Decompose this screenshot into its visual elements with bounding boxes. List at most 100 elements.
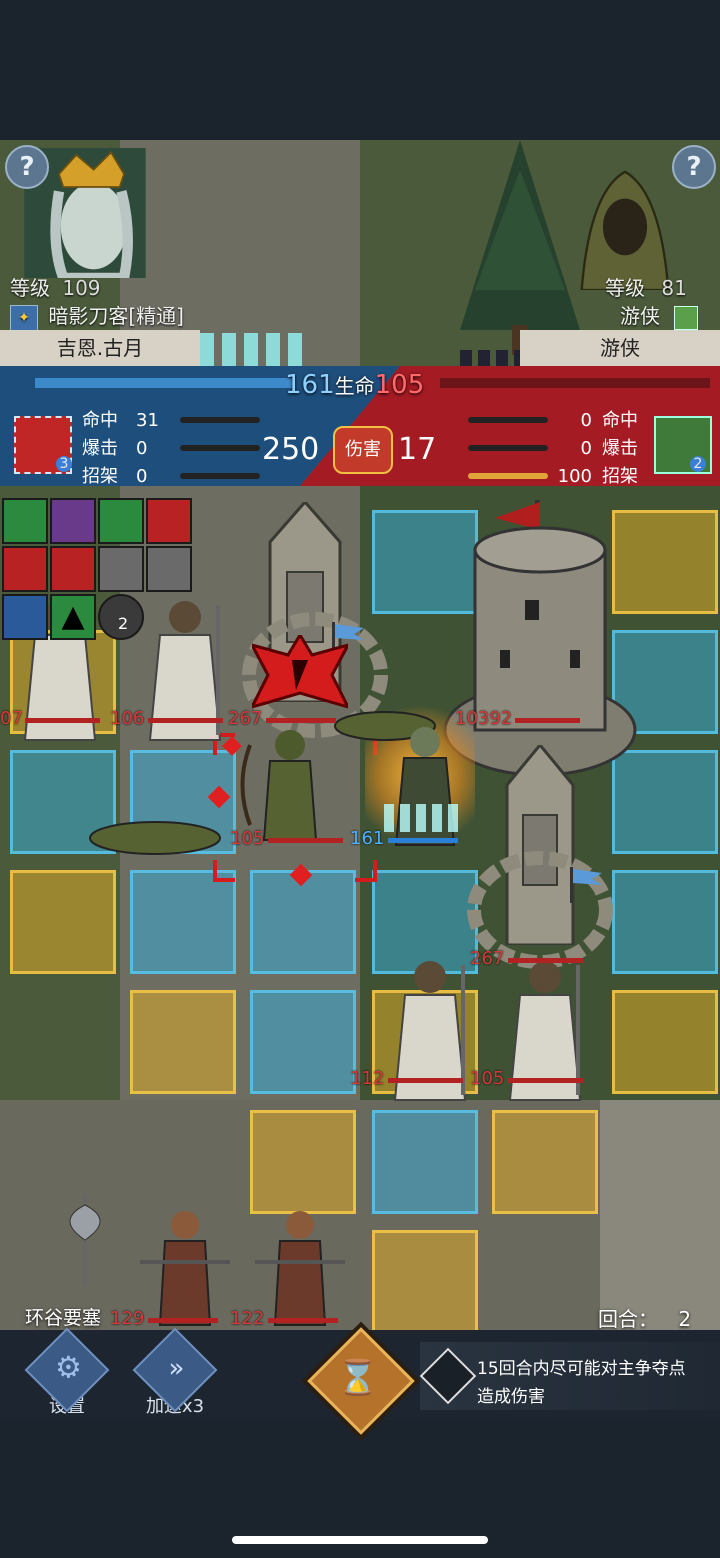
- enemy-parry-bar: [468, 473, 548, 479]
- location-name: 环谷要塞: [25, 1307, 102, 1329]
- enemy-class: 游侠: [620, 300, 699, 330]
- bow-class-icon: [674, 305, 699, 330]
- enemy-name-plate: 游侠: [520, 330, 720, 366]
- objective-panel: 15回合内尽可能对主争夺点 造成伤害: [419, 1342, 720, 1410]
- player-stat-crit: 爆击 0: [82, 438, 148, 459]
- skill-dodge-icon[interactable]: [2, 498, 48, 544]
- round-counter: 回合： 2: [598, 1303, 691, 1330]
- top-band: [0, 0, 720, 140]
- unit-hp: 267: [228, 708, 263, 729]
- unit-hp-bar: [25, 718, 100, 723]
- player-help-icon[interactable]: ?: [5, 145, 49, 189]
- unit-hp-bar: [148, 1318, 218, 1323]
- enemy-hit-bar: [468, 417, 548, 423]
- player-stat-parry: 招架 0: [82, 466, 148, 487]
- tile-blue[interactable]: [612, 870, 718, 974]
- skill-dodge-icon[interactable]: [98, 498, 144, 544]
- hp-readout: 161生命105: [285, 370, 424, 400]
- unit-hp: 07: [0, 708, 23, 729]
- enemy-stat-hit: 0 命中: [580, 410, 638, 431]
- unit-hp-bar: [266, 718, 336, 723]
- enemy-level: 等级 81: [605, 276, 687, 300]
- axeman-unit[interactable]: [140, 1205, 230, 1330]
- unit-hp: 112: [350, 1068, 385, 1089]
- class-sword-icon: ✦: [10, 304, 38, 331]
- hero-buff-diamonds: [384, 804, 464, 832]
- objective-swords-icon: [419, 1347, 477, 1405]
- unit-hp-bar: [148, 718, 223, 723]
- blue-flag-icon: [570, 867, 602, 903]
- skill-sword-icon[interactable]: [50, 546, 96, 592]
- player-level: 等级 109: [10, 276, 101, 300]
- skill-music-icon[interactable]: [50, 498, 96, 544]
- axeman-unit[interactable]: [255, 1205, 345, 1330]
- enemy-stat-parry: 100 招架: [557, 466, 638, 487]
- skill-badge: 2: [118, 614, 129, 633]
- player-name-plate: 吉恩.古月: [0, 330, 200, 366]
- fallen-unit: [89, 821, 221, 855]
- tile-blue[interactable]: [250, 990, 356, 1094]
- player-hit-bar: [180, 417, 260, 423]
- end-turn-button[interactable]: ⌛: [307, 1327, 415, 1435]
- player-hp-value: 161: [285, 370, 335, 400]
- tile-yellow[interactable]: [492, 1110, 598, 1214]
- tile-yellow[interactable]: [612, 990, 718, 1094]
- stone-wall-right: [600, 1100, 720, 1330]
- objective-text-2: 造成伤害: [477, 1387, 545, 1407]
- damage-emblem: 伤害: [333, 426, 393, 474]
- skill-shield-icon[interactable]: [98, 546, 144, 592]
- player-class: ✦ 暗影刀客[精通]: [10, 300, 184, 331]
- round-value: 2: [678, 1307, 692, 1330]
- ranger-unit[interactable]: [240, 725, 340, 845]
- unit-hp-bar: [268, 1318, 338, 1323]
- hourglass-icon: ⌛: [336, 1358, 380, 1398]
- skill-sword-icon[interactable]: [2, 546, 48, 592]
- unit-hp-bar: [515, 718, 580, 723]
- axe-icon: [69, 1195, 101, 1285]
- enemy-skill-badge: 2: [690, 456, 706, 472]
- unit-hp-bar: [388, 838, 458, 843]
- player-damage: 250: [262, 432, 320, 467]
- hp-label: 生命: [334, 374, 375, 398]
- unit-hp: 106: [110, 708, 145, 729]
- combat-panel: 161生命105 3 命中 31 爆击 0 招架 0 250 伤害 17 0 命中 0爆…: [0, 366, 720, 487]
- unit-hp-bar: [508, 1078, 583, 1083]
- round-label: 回合：: [598, 1307, 658, 1330]
- enemy-hp-bar: [440, 378, 710, 388]
- tile-yellow[interactable]: [10, 870, 116, 974]
- skill-arrow-up-icon[interactable]: ▲: [50, 594, 96, 640]
- speed-button[interactable]: » 加速x3: [130, 1327, 220, 1418]
- unit-hp: 129: [110, 1308, 145, 1329]
- player-hp-bar: [35, 378, 295, 388]
- player-skill-badge: 3: [56, 456, 72, 472]
- enemy-help-icon[interactable]: ?: [672, 145, 716, 189]
- skill-strike-icon[interactable]: [2, 594, 48, 640]
- unit-hp-bar: [508, 958, 583, 963]
- skill-grid: ▲ 2: [0, 498, 200, 648]
- enemy-hp-value: 105: [374, 370, 425, 400]
- unit-hp: 105: [230, 828, 265, 849]
- enemy-crit-bar: [468, 445, 548, 451]
- enemy-buff-diamonds: [460, 350, 520, 366]
- unit-hp: 10392: [455, 708, 513, 729]
- unit-hp: 122: [230, 1308, 265, 1329]
- enemy-damage: 17: [398, 432, 437, 467]
- unit-hp-bar: [388, 1078, 463, 1083]
- objective-text-1: 15回合内尽可能对主争夺点: [477, 1359, 686, 1379]
- player-crit-bar: [180, 445, 260, 451]
- settings-button[interactable]: ⚙ 设置: [22, 1327, 112, 1418]
- skill-sword-icon[interactable]: [146, 498, 192, 544]
- unit-hp-bar: [268, 838, 343, 843]
- home-indicator[interactable]: [232, 1536, 488, 1544]
- tile-yellow[interactable]: [250, 1110, 356, 1214]
- enemy-portrait[interactable]: [560, 160, 690, 290]
- tile-blue[interactable]: [372, 1110, 478, 1214]
- player-stat-hit: 命中 31: [82, 410, 159, 431]
- unit-hp: 161: [350, 828, 385, 849]
- skill-shield-icon[interactable]: [146, 546, 192, 592]
- tile-yellow[interactable]: [372, 1230, 478, 1330]
- unit-hp: 105: [470, 1068, 505, 1089]
- player-parry-bar: [180, 473, 260, 479]
- enemy-stat-crit: 0 爆击: [580, 438, 638, 459]
- tile-yellow[interactable]: [130, 990, 236, 1094]
